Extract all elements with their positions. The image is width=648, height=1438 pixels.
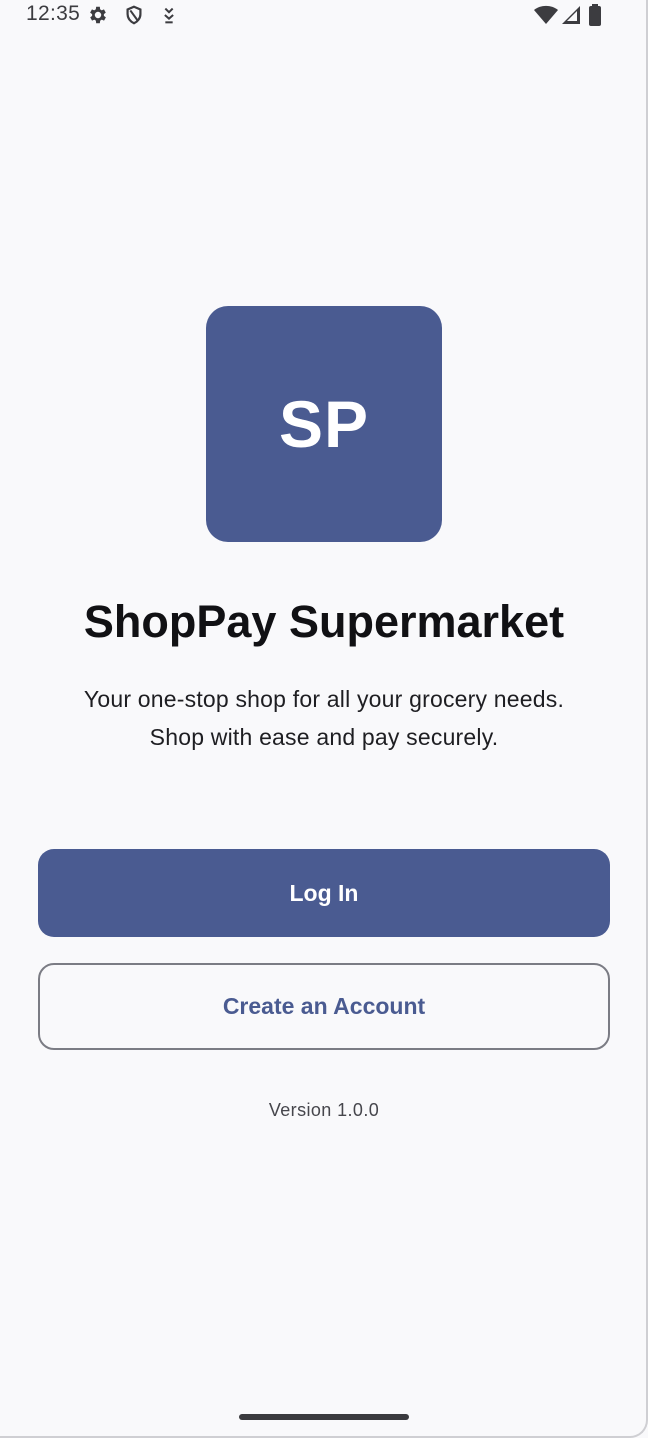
wifi-icon [534, 5, 558, 24]
battery-icon [589, 4, 601, 26]
welcome-screen: 12:35 SP ShopPay Supermarket Your one-st… [0, 0, 648, 1438]
app-tagline: Your one-stop shop for all your grocery … [83, 686, 565, 750]
logo-initials: SP [278, 387, 370, 461]
gear-icon [90, 6, 106, 24]
cell-signal-icon [562, 6, 580, 24]
shield-icon [126, 5, 142, 25]
version-label: Version 1.0.0 [268, 1100, 380, 1120]
home-indicator[interactable] [239, 1414, 409, 1420]
status-bar: 12:35 [0, 0, 646, 32]
create-account-button[interactable]: Create an Account [38, 963, 610, 1050]
status-time: 12:35 [26, 2, 81, 25]
download-arrow-icon [164, 7, 174, 24]
app-title: ShopPay Supermarket [83, 596, 565, 647]
login-button[interactable]: Log In [38, 849, 610, 937]
app-logo: SP [206, 306, 442, 542]
